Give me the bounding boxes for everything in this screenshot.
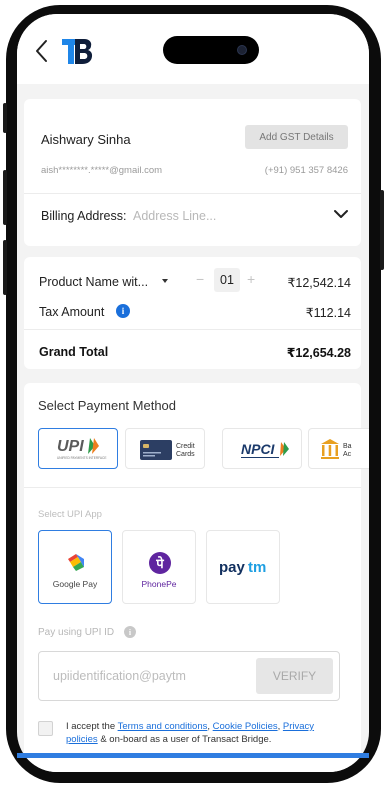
product-name-dropdown[interactable]: Product Name wit...	[39, 275, 148, 289]
svg-text:पे: पे	[155, 556, 164, 572]
phone-side-button	[3, 240, 7, 295]
customer-name: Aishwary Sinha	[41, 132, 131, 147]
svg-text:Ac: Ac	[343, 451, 352, 458]
upi-app-title: Select UPI App	[38, 509, 102, 520]
info-icon[interactable]: i	[124, 626, 136, 638]
qty-increase-button[interactable]: +	[247, 271, 255, 287]
dynamic-island	[163, 36, 259, 64]
payment-method-title: Select Payment Method	[38, 398, 177, 413]
upi-logo-icon: UPI UNIFIED PAYMENTS INTERFACE	[57, 438, 106, 460]
svg-text:NPCI: NPCI	[241, 441, 276, 457]
grand-total-value: ₹12,654.28	[286, 346, 351, 360]
back-button[interactable]	[31, 38, 53, 64]
svg-text:Credit: Credit	[176, 443, 195, 450]
svg-text:pay: pay	[219, 559, 246, 576]
customer-card: Aishwary Sinha Add GST Details aish*****…	[24, 99, 361, 246]
svg-text:Cards: Cards	[176, 451, 195, 458]
info-icon[interactable]: i	[116, 304, 130, 318]
payment-option-credit-cards[interactable]: Credit Cards	[125, 428, 205, 469]
add-gst-button[interactable]: Add GST Details	[245, 125, 348, 149]
payment-method-card: Select Payment Method UPI UNIFIED PAYMEN…	[24, 383, 369, 772]
camera-icon	[237, 45, 247, 55]
paytm-logo-icon: pay tm	[219, 559, 266, 576]
cookie-policies-link[interactable]: Cookie Policies	[213, 721, 278, 732]
bank-icon: Ba Ac	[321, 439, 352, 459]
upi-id-label: Pay using UPI ID	[38, 627, 115, 638]
product-price: ₹12,542.14	[287, 276, 351, 290]
billing-address-label: Billing Address:	[41, 209, 127, 223]
svg-text:UNIFIED PAYMENTS INTERFACE: UNIFIED PAYMENTS INTERFACE	[57, 456, 106, 460]
bottom-accent-bar	[17, 753, 369, 758]
divider	[24, 329, 361, 330]
upi-id-field-wrapper: VERIFY	[38, 651, 340, 701]
app-screen: Aishwary Sinha Add GST Details aish*****…	[17, 14, 369, 772]
accept-suffix: & on-board as a user of Transact Bridge.	[100, 734, 272, 745]
caret-down-icon[interactable]	[162, 279, 168, 283]
comma: ,	[277, 721, 281, 732]
comma: ,	[207, 721, 211, 732]
divider	[24, 487, 361, 488]
quantity-value[interactable]: 01	[214, 268, 240, 292]
phonepe-icon: पे	[149, 552, 171, 574]
chevron-down-icon[interactable]	[333, 207, 349, 221]
qty-decrease-button[interactable]: −	[196, 271, 204, 287]
order-summary-card: Product Name wit... − 01 + ₹12,542.14 Ta…	[24, 257, 361, 369]
terms-link[interactable]: Terms and conditions	[118, 721, 208, 732]
billing-address-field[interactable]: Address Line...	[133, 209, 216, 223]
npci-logo-icon: NPCI	[241, 441, 289, 458]
divider	[24, 193, 361, 194]
google-pay-label: Google Pay	[52, 579, 98, 589]
payment-option-npci[interactable]: NPCI	[222, 428, 302, 469]
upi-app-phonepe[interactable]: पे PhonePe	[122, 530, 196, 604]
tax-amount-label: Tax Amount	[39, 305, 105, 319]
upi-app-google-pay[interactable]: Google Pay	[38, 530, 112, 604]
svg-text:Ba: Ba	[343, 443, 352, 450]
upi-app-paytm[interactable]: pay tm	[206, 530, 280, 604]
svg-text:tm: tm	[248, 559, 266, 576]
verify-button[interactable]: VERIFY	[256, 658, 333, 694]
transact-bridge-logo	[62, 39, 93, 64]
credit-card-icon: Credit Cards	[140, 440, 195, 460]
phonepe-label: PhonePe	[141, 579, 177, 589]
accept-prefix: I accept the	[66, 721, 116, 732]
svg-text:UPI: UPI	[57, 438, 84, 455]
phone-side-button	[3, 103, 7, 133]
tax-amount-value: ₹112.14	[305, 306, 351, 320]
customer-phone: (+91) 951 357 8426	[264, 165, 348, 176]
accept-terms-text: I accept the Terms and conditions, Cooki…	[66, 720, 346, 746]
phone-side-button	[3, 170, 7, 225]
payment-option-bank-account[interactable]: Ba Ac	[308, 428, 369, 469]
upi-id-input[interactable]	[40, 653, 250, 699]
payment-option-upi[interactable]: UPI UNIFIED PAYMENTS INTERFACE	[38, 428, 118, 469]
grand-total-label: Grand Total	[39, 345, 109, 359]
customer-email: aish********.*****@gmail.com	[41, 165, 163, 176]
accept-terms-checkbox[interactable]	[38, 721, 53, 736]
google-pay-icon	[68, 554, 84, 571]
phone-side-button	[380, 190, 384, 270]
